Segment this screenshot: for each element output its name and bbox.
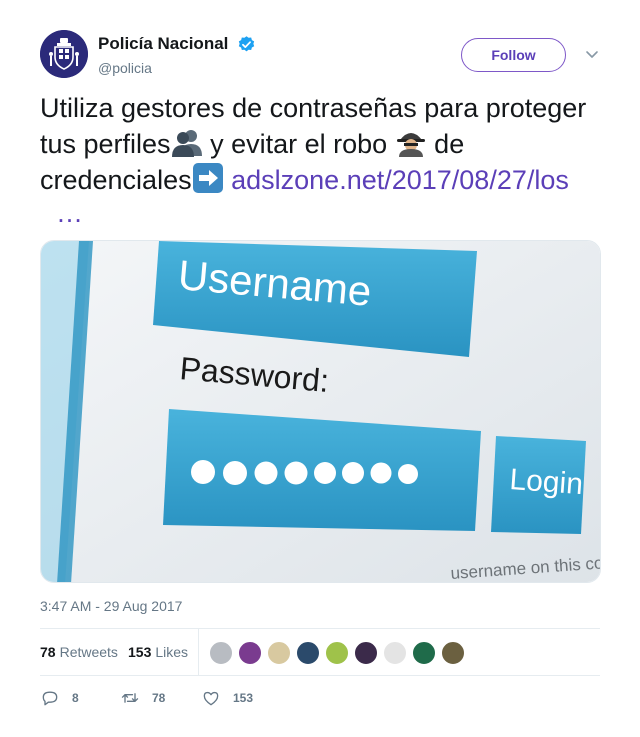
retweets-count: 78	[40, 644, 56, 660]
tweet-actions: 8 78 153	[40, 686, 600, 710]
stats-divider	[198, 629, 199, 676]
reply-icon	[42, 691, 58, 706]
tweet-header: Policía Nacional @policia Follow	[40, 30, 600, 82]
retweet-count: 78	[152, 691, 166, 705]
heart-icon	[203, 691, 219, 706]
liker-avatar[interactable]	[324, 640, 350, 666]
author-names: Policía Nacional @policia	[98, 34, 256, 76]
avatar[interactable]	[40, 30, 88, 78]
liker-avatar[interactable]	[208, 640, 234, 666]
retweets-label: Retweets	[59, 644, 118, 660]
liker-avatar[interactable]	[266, 640, 292, 666]
verified-badge-icon	[238, 35, 255, 51]
liker-avatar[interactable]	[353, 640, 379, 666]
reply-count: 8	[72, 691, 79, 705]
like-button[interactable]: 153	[201, 686, 253, 710]
liker-avatar[interactable]	[237, 640, 263, 666]
detective-icon	[396, 133, 425, 157]
follow-button[interactable]: Follow	[461, 38, 566, 72]
tweet-text: Utiliza gestores de contraseñas para pro…	[40, 90, 620, 198]
author-handle[interactable]: @policia	[98, 60, 256, 76]
liker-avatar[interactable]	[440, 640, 466, 666]
tweet-link[interactable]: adslzone.net/2017/08/27/los	[231, 165, 569, 195]
retweet-button[interactable]: 78	[120, 686, 165, 710]
right-arrow-icon	[192, 163, 223, 193]
reply-button[interactable]: 8	[40, 686, 79, 710]
tweet-image[interactable]: Username Password: Login username on thi…	[40, 240, 601, 583]
retweet-icon	[121, 693, 139, 703]
tweet-stats: 78 Retweets 153 Likes	[40, 628, 600, 676]
liker-avatar[interactable]	[411, 640, 437, 666]
likes-stat[interactable]: 153 Likes	[128, 644, 188, 660]
login-screen-photo: Username Password: Login username on thi…	[41, 241, 600, 582]
liker-avatar[interactable]	[382, 640, 408, 666]
police-badge-icon	[40, 30, 88, 78]
busts-in-silhouette-icon	[171, 130, 202, 157]
likes-label: Likes	[155, 644, 189, 660]
link-ellipsis[interactable]: …	[56, 198, 83, 229]
image-login-label: Login	[509, 463, 585, 501]
like-count: 153	[233, 691, 254, 705]
tweet-text-part2: y evitar el robo	[202, 129, 388, 159]
retweets-stat[interactable]: 78 Retweets	[40, 644, 118, 660]
author-name[interactable]: Policía Nacional	[98, 34, 228, 54]
chevron-down-icon[interactable]	[582, 44, 602, 64]
likes-count: 153	[128, 644, 152, 660]
liker-avatar[interactable]	[295, 640, 321, 666]
timestamp[interactable]: 3:47 AM - 29 Aug 2017	[40, 598, 182, 614]
